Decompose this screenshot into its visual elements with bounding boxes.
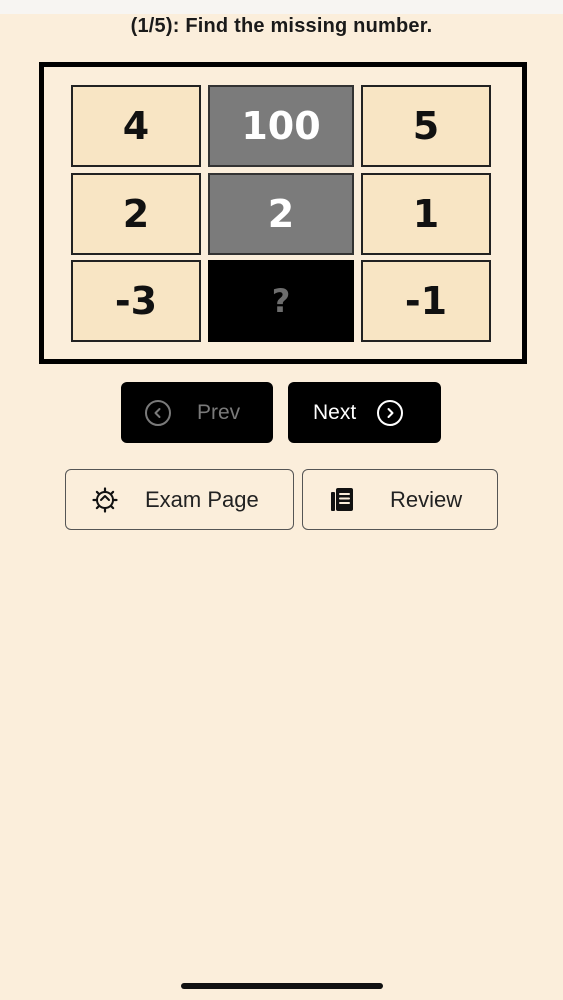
exam-page-label: Exam Page	[145, 486, 259, 512]
puzzle-cell: 2	[208, 173, 354, 255]
next-button[interactable]: Next	[288, 382, 441, 443]
puzzle-cell: -1	[361, 260, 491, 342]
puzzle-cell: 5	[361, 85, 491, 167]
review-button[interactable]: Review	[302, 469, 498, 530]
puzzle-cell: 2	[71, 173, 201, 255]
gear-icon	[90, 485, 120, 515]
home-indicator[interactable]	[181, 983, 383, 989]
status-bar-strip	[0, 0, 563, 14]
puzzle-grid: 4 100 5 2 2 1 -3 ? -1	[39, 62, 527, 364]
puzzle-cell: 4	[71, 85, 201, 167]
puzzle-cell: 100	[208, 85, 354, 167]
puzzle-cell: -3	[71, 260, 201, 342]
next-button-label: Next	[313, 400, 357, 424]
review-label: Review	[390, 486, 463, 512]
chevron-left-circle-icon	[145, 399, 171, 426]
prev-button-label: Prev	[197, 400, 241, 424]
puzzle-cell: 1	[361, 173, 491, 255]
question-title: (1/5): Find the missing number.	[130, 15, 433, 37]
exam-page-button[interactable]: Exam Page	[65, 469, 294, 530]
document-list-icon	[327, 485, 357, 515]
missing-number-cell[interactable]: ?	[208, 260, 354, 342]
prev-button[interactable]: Prev	[121, 382, 273, 443]
chevron-right-circle-icon	[377, 399, 404, 426]
